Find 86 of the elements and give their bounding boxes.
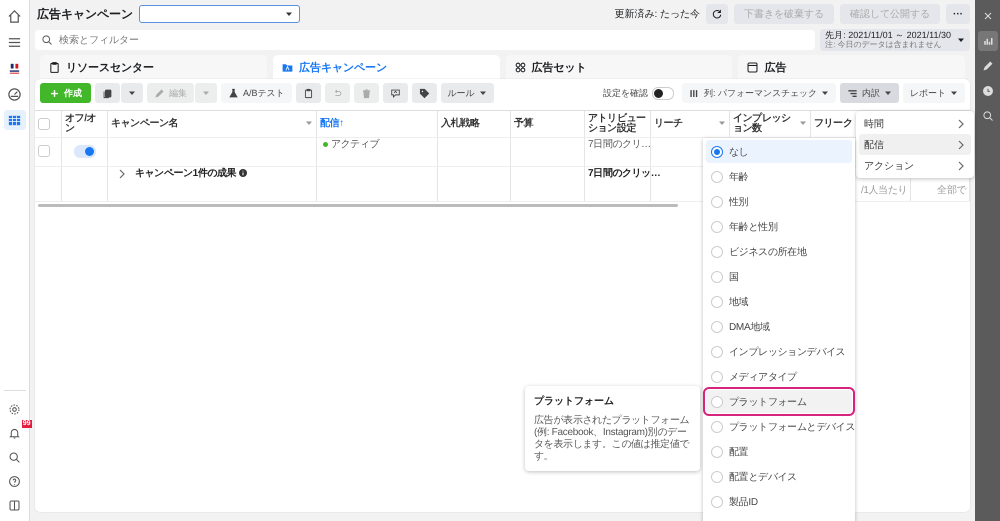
caret-icon xyxy=(285,10,293,18)
chevron-icon xyxy=(957,160,965,170)
column-header[interactable]: 配信↑ xyxy=(320,119,344,129)
review-label: 設定を確認 xyxy=(602,86,648,100)
caret-icon xyxy=(957,36,965,44)
home-icon xyxy=(7,8,22,24)
gauge-icon xyxy=(7,86,22,102)
caret-icon xyxy=(950,89,958,97)
breakdown-button[interactable]: 内訳 xyxy=(840,83,899,103)
clipboard-icon xyxy=(302,88,314,98)
menu-item[interactable]: 配信 xyxy=(859,134,971,155)
rules-button[interactable]: ルール xyxy=(440,83,494,103)
plus-icon xyxy=(49,88,60,98)
toggle-switch[interactable] xyxy=(74,145,96,158)
caret-icon xyxy=(821,89,829,97)
tab[interactable]: 広告キャンペーン xyxy=(272,55,500,79)
tag-button[interactable] xyxy=(412,83,437,103)
clipboard-button[interactable] xyxy=(296,83,321,103)
comment-icon xyxy=(390,88,401,98)
info-icon xyxy=(239,169,248,177)
column-header[interactable]: 予算 xyxy=(514,119,534,129)
table-cell-text: 7日間のクリ… xyxy=(588,140,651,152)
column-header[interactable]: インプレッション数 xyxy=(733,114,796,134)
window-icon xyxy=(746,60,760,74)
chevron-icon xyxy=(957,118,965,128)
updated-status: 更新済み: たった今 xyxy=(614,8,700,21)
clock-icon xyxy=(982,85,994,97)
tooltip-title: プラットフォーム xyxy=(534,394,615,408)
scrollbar[interactable] xyxy=(38,204,678,207)
caret-icon xyxy=(884,89,892,97)
date-range: 先月: 2021/11/01 ～ 2021/11/30 xyxy=(825,30,951,40)
four-circles-icon xyxy=(514,60,526,74)
radio-option[interactable]: なし xyxy=(706,140,852,163)
copy-button[interactable] xyxy=(95,83,120,103)
column-header[interactable]: フリーク xyxy=(814,119,852,129)
report-button[interactable]: レポート xyxy=(903,83,965,103)
breakdown-icon xyxy=(847,88,858,98)
tag-icon xyxy=(418,88,430,98)
columns-icon xyxy=(688,88,700,98)
date-note: 注: 今日のデータは含まれません xyxy=(825,40,943,50)
chevron-icon xyxy=(118,169,126,179)
column-header[interactable]: 入札戦略 xyxy=(441,119,480,129)
campaign-select[interactable] xyxy=(139,5,300,23)
copy-icon xyxy=(102,88,113,98)
help-icon xyxy=(8,474,21,488)
date-range-picker[interactable]: 先月: 2021/11/01 ～ 2021/11/30 注: 今日のデータは含まれません xyxy=(820,29,970,51)
column-header[interactable]: リーチ xyxy=(654,119,683,129)
refresh-button[interactable] xyxy=(706,4,728,24)
comment-button[interactable] xyxy=(382,83,408,103)
clipboard-icon xyxy=(48,60,61,74)
pencil-icon xyxy=(982,60,994,72)
column-header[interactable]: オフ/オン xyxy=(65,114,104,134)
tab[interactable]: 広告 xyxy=(738,55,965,79)
tab[interactable]: リソースセンター xyxy=(40,55,267,79)
radio-option[interactable]: プラットフォーム xyxy=(706,390,852,413)
bar-chart-icon xyxy=(982,35,994,47)
column-header[interactable]: キャンペーン名 xyxy=(111,119,178,129)
status-text: アクティブ xyxy=(331,140,380,152)
table-cell: /1人当たり xyxy=(861,186,907,196)
refresh-icon xyxy=(711,8,723,20)
rail-item[interactable] xyxy=(978,31,998,51)
pencil-icon xyxy=(154,88,165,98)
bell-icon xyxy=(8,426,21,440)
table-cell-text: 7日間のクリッ… xyxy=(588,169,660,181)
close-icon xyxy=(982,10,994,22)
search-icon xyxy=(8,450,21,464)
table-cell: 全部で xyxy=(937,186,966,196)
trash-icon xyxy=(360,88,372,98)
select-all-checkbox[interactable] xyxy=(38,118,50,130)
review-toggle[interactable] xyxy=(652,86,674,100)
flask-icon xyxy=(228,88,239,98)
tab[interactable]: 広告セット xyxy=(506,55,732,79)
column-header[interactable]: アトリビューション設定 xyxy=(588,114,647,134)
abtest-button[interactable]: A/Bテスト xyxy=(221,83,292,103)
chevron-icon xyxy=(957,140,965,150)
more-button[interactable]: ··· xyxy=(946,4,970,24)
search-field[interactable]: 検索とフィルター xyxy=(35,30,816,50)
summary-label: キャンペーン1件の成果 xyxy=(135,169,236,181)
tooltip-text: 広告が表示されたプラットフォーム(例: Facebook、Instagram)別のデータを表示します。この値は推定値です。 xyxy=(534,415,690,463)
settings-icon xyxy=(8,402,21,416)
search-icon xyxy=(982,110,994,122)
checkbox[interactable] xyxy=(38,145,50,157)
panel-icon xyxy=(8,498,21,512)
page-title: 広告キャンペーン xyxy=(36,6,133,22)
dropdown-button[interactable] xyxy=(121,83,143,103)
columns-button[interactable]: 列: パフォーマンスチェック xyxy=(682,83,836,103)
